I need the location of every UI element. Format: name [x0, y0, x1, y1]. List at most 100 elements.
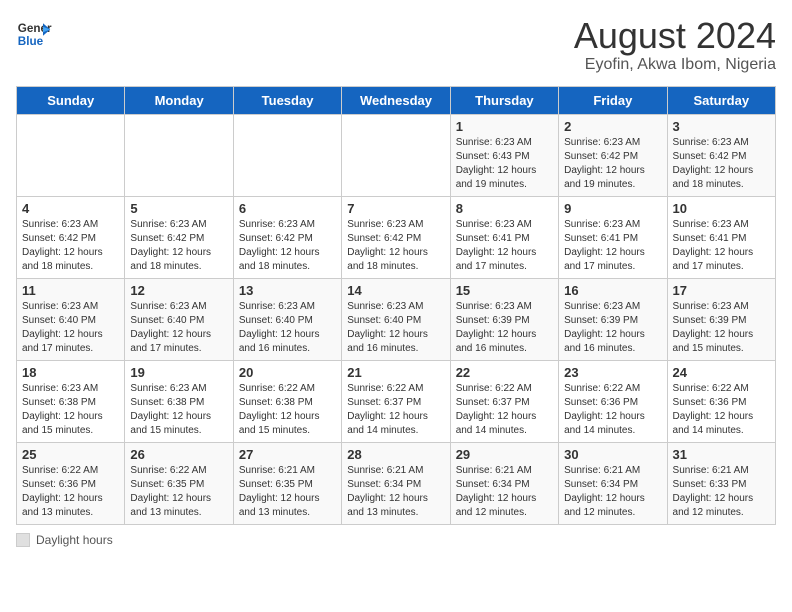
footer-note: Daylight hours — [16, 533, 776, 547]
day-number: 17 — [673, 283, 770, 298]
weekday-header: Friday — [559, 86, 667, 114]
day-number: 24 — [673, 365, 770, 380]
calendar-day-cell: 28 Sunrise: 6:21 AM Sunset: 6:34 PM Dayli… — [342, 442, 450, 524]
calendar-day-cell: 26 Sunrise: 6:22 AM Sunset: 6:35 PM Dayli… — [125, 442, 233, 524]
calendar-week-row: 25Sunrise: 6:22 AM Sunset: 6:36 PM Dayli… — [17, 442, 776, 524]
calendar-day-cell: 8 Sunrise: 6:23 AM Sunset: 6:41 PM Daylig… — [450, 196, 558, 278]
day-number: 6 — [239, 201, 336, 216]
day-info: Sunrise: 6:23 AM Sunset: 6:38 PM Dayligh… — [22, 382, 119, 438]
day-number: 4 — [22, 201, 119, 216]
day-info: Sunrise: 6:23 AM Sunset: 6:42 PM Dayligh… — [347, 218, 444, 274]
calendar-day-cell — [233, 114, 341, 196]
day-info: Sunrise: 6:22 AM Sunset: 6:37 PM Dayligh… — [347, 382, 444, 438]
day-number: 21 — [347, 365, 444, 380]
page-subtitle: Eyofin, Akwa Ibom, Nigeria — [574, 56, 776, 74]
calendar-day-cell: 6Sunrise: 6:23 AM Sunset: 6:42 PM Daylig… — [233, 196, 341, 278]
calendar-table: SundayMondayTuesdayWednesdayThursdayFrid… — [16, 86, 776, 525]
calendar-week-row: 1 Sunrise: 6:23 AM Sunset: 6:43 PM Daylig… — [17, 114, 776, 196]
calendar-day-cell: 1 Sunrise: 6:23 AM Sunset: 6:43 PM Daylig… — [450, 114, 558, 196]
day-info: Sunrise: 6:21 AM Sunset: 6:34 PM Dayligh… — [564, 464, 661, 520]
day-info: Sunrise: 6:23 AM Sunset: 6:40 PM Dayligh… — [130, 300, 227, 356]
day-info: Sunrise: 6:23 AM Sunset: 6:41 PM Dayligh… — [456, 218, 553, 274]
day-number: 27 — [239, 447, 336, 462]
calendar-week-row: 11 Sunrise: 6:23 AM Sunset: 6:40 PM Dayli… — [17, 278, 776, 360]
day-info: Sunrise: 6:23 AM Sunset: 6:41 PM Dayligh… — [673, 218, 770, 274]
weekday-header: Sunday — [17, 86, 125, 114]
day-number: 22 — [456, 365, 553, 380]
day-info: Sunrise: 6:23 AM Sunset: 6:41 PM Dayligh… — [564, 218, 661, 274]
calendar-day-cell: 18Sunrise: 6:23 AM Sunset: 6:38 PM Dayli… — [17, 360, 125, 442]
day-info: Sunrise: 6:23 AM Sunset: 6:40 PM Dayligh… — [347, 300, 444, 356]
logo: General Blue — [16, 16, 52, 52]
day-number: 1 — [456, 119, 553, 134]
calendar-day-cell: 19 Sunrise: 6:23 AM Sunset: 6:38 PM Dayli… — [125, 360, 233, 442]
day-info: Sunrise: 6:22 AM Sunset: 6:35 PM Dayligh… — [130, 464, 227, 520]
day-number: 29 — [456, 447, 553, 462]
calendar-day-cell: 10 Sunrise: 6:23 AM Sunset: 6:41 PM Dayli… — [667, 196, 775, 278]
title-area: August 2024 Eyofin, Akwa Ibom, Nigeria — [574, 16, 776, 74]
weekday-header: Wednesday — [342, 86, 450, 114]
day-info: Sunrise: 6:22 AM Sunset: 6:38 PM Dayligh… — [239, 382, 336, 438]
day-info: Sunrise: 6:23 AM Sunset: 6:40 PM Dayligh… — [22, 300, 119, 356]
day-number: 3 — [673, 119, 770, 134]
calendar-day-cell: 13 Sunrise: 6:23 AM Sunset: 6:40 PM Dayli… — [233, 278, 341, 360]
day-info: Sunrise: 6:23 AM Sunset: 6:42 PM Dayligh… — [673, 136, 770, 192]
day-number: 8 — [456, 201, 553, 216]
day-number: 14 — [347, 283, 444, 298]
day-info: Sunrise: 6:22 AM Sunset: 6:36 PM Dayligh… — [22, 464, 119, 520]
day-info: Sunrise: 6:21 AM Sunset: 6:34 PM Dayligh… — [456, 464, 553, 520]
calendar-day-cell: 3 Sunrise: 6:23 AM Sunset: 6:42 PM Daylig… — [667, 114, 775, 196]
day-number: 11 — [22, 283, 119, 298]
day-info: Sunrise: 6:21 AM Sunset: 6:35 PM Dayligh… — [239, 464, 336, 520]
calendar-day-cell: 21 Sunrise: 6:22 AM Sunset: 6:37 PM Dayli… — [342, 360, 450, 442]
day-number: 30 — [564, 447, 661, 462]
calendar-day-cell: 2Sunrise: 6:23 AM Sunset: 6:42 PM Daylig… — [559, 114, 667, 196]
calendar-day-cell: 31 Sunrise: 6:21 AM Sunset: 6:33 PM Dayli… — [667, 442, 775, 524]
day-info: Sunrise: 6:23 AM Sunset: 6:42 PM Dayligh… — [22, 218, 119, 274]
calendar-day-cell: 25Sunrise: 6:22 AM Sunset: 6:36 PM Dayli… — [17, 442, 125, 524]
calendar-day-cell: 30 Sunrise: 6:21 AM Sunset: 6:34 PM Dayli… — [559, 442, 667, 524]
day-number: 9 — [564, 201, 661, 216]
weekday-header: Thursday — [450, 86, 558, 114]
day-number: 12 — [130, 283, 227, 298]
calendar-day-cell: 16Sunrise: 6:23 AM Sunset: 6:39 PM Dayli… — [559, 278, 667, 360]
weekday-header: Saturday — [667, 86, 775, 114]
day-info: Sunrise: 6:21 AM Sunset: 6:34 PM Dayligh… — [347, 464, 444, 520]
day-info: Sunrise: 6:22 AM Sunset: 6:36 PM Dayligh… — [673, 382, 770, 438]
calendar-day-cell: 17 Sunrise: 6:23 AM Sunset: 6:39 PM Dayli… — [667, 278, 775, 360]
day-info: Sunrise: 6:23 AM Sunset: 6:38 PM Dayligh… — [130, 382, 227, 438]
calendar-day-cell: 12 Sunrise: 6:23 AM Sunset: 6:40 PM Dayli… — [125, 278, 233, 360]
day-info: Sunrise: 6:23 AM Sunset: 6:39 PM Dayligh… — [673, 300, 770, 356]
day-number: 19 — [130, 365, 227, 380]
svg-text:Blue: Blue — [18, 35, 44, 48]
day-number: 10 — [673, 201, 770, 216]
day-info: Sunrise: 6:23 AM Sunset: 6:43 PM Dayligh… — [456, 136, 553, 192]
day-number: 28 — [347, 447, 444, 462]
calendar-day-cell: 14 Sunrise: 6:23 AM Sunset: 6:40 PM Dayli… — [342, 278, 450, 360]
calendar-day-cell: 20Sunrise: 6:22 AM Sunset: 6:38 PM Dayli… — [233, 360, 341, 442]
calendar-day-cell: 7 Sunrise: 6:23 AM Sunset: 6:42 PM Daylig… — [342, 196, 450, 278]
day-number: 15 — [456, 283, 553, 298]
calendar-day-cell — [342, 114, 450, 196]
logo-icon: General Blue — [16, 16, 52, 52]
day-number: 31 — [673, 447, 770, 462]
day-info: Sunrise: 6:23 AM Sunset: 6:40 PM Dayligh… — [239, 300, 336, 356]
header: General Blue August 2024 Eyofin, Akwa Ib… — [16, 16, 776, 74]
day-info: Sunrise: 6:22 AM Sunset: 6:37 PM Dayligh… — [456, 382, 553, 438]
calendar-week-row: 4 Sunrise: 6:23 AM Sunset: 6:42 PM Daylig… — [17, 196, 776, 278]
day-number: 13 — [239, 283, 336, 298]
day-number: 16 — [564, 283, 661, 298]
calendar-day-cell: 22 Sunrise: 6:22 AM Sunset: 6:37 PM Dayli… — [450, 360, 558, 442]
calendar-day-cell: 11 Sunrise: 6:23 AM Sunset: 6:40 PM Dayli… — [17, 278, 125, 360]
day-number: 26 — [130, 447, 227, 462]
day-info: Sunrise: 6:23 AM Sunset: 6:39 PM Dayligh… — [456, 300, 553, 356]
calendar-week-row: 18Sunrise: 6:23 AM Sunset: 6:38 PM Dayli… — [17, 360, 776, 442]
page-title: August 2024 — [574, 16, 776, 56]
day-number: 5 — [130, 201, 227, 216]
day-number: 7 — [347, 201, 444, 216]
calendar-day-cell — [17, 114, 125, 196]
daylight-box-icon — [16, 533, 30, 547]
calendar-day-cell: 4 Sunrise: 6:23 AM Sunset: 6:42 PM Daylig… — [17, 196, 125, 278]
day-info: Sunrise: 6:21 AM Sunset: 6:33 PM Dayligh… — [673, 464, 770, 520]
day-info: Sunrise: 6:22 AM Sunset: 6:36 PM Dayligh… — [564, 382, 661, 438]
